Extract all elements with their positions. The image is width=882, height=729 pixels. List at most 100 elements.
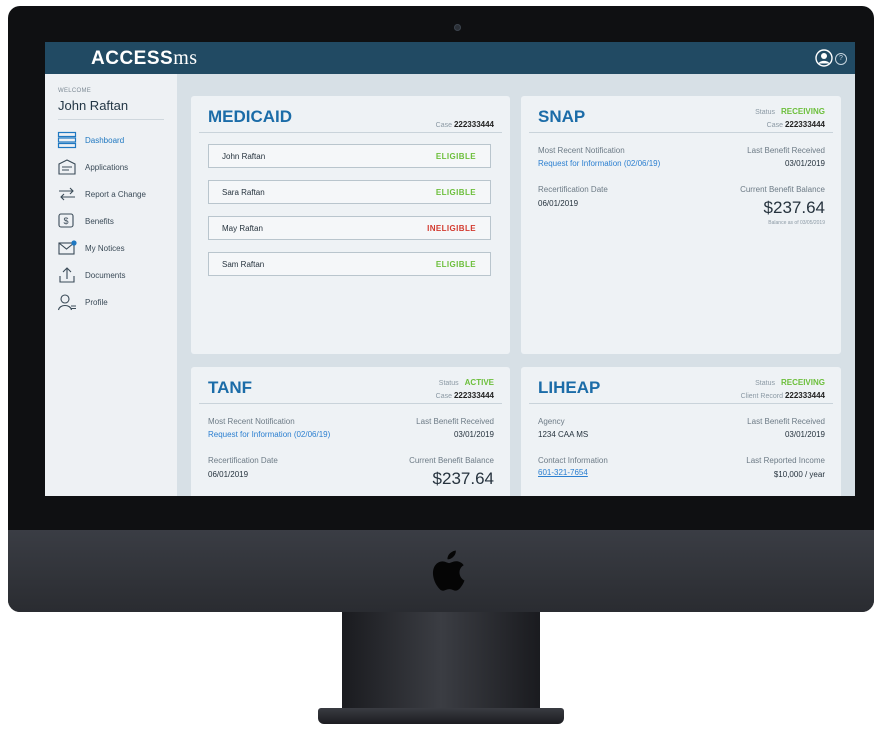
notices-icon [58, 240, 77, 255]
profile-icon [57, 294, 76, 311]
recert-date: 06/01/2019 [538, 199, 579, 208]
card-title: SNAP [538, 107, 586, 126]
card-divider [529, 132, 833, 133]
sidebar-item-dashboard[interactable]: Dashboard [57, 130, 172, 150]
eligibility-status: ELIGIBLE [435, 188, 476, 197]
last-benefit-date: 03/01/2019 [784, 159, 825, 168]
benefit-balance: $237.64 [763, 198, 825, 217]
sidebar-item-notices[interactable]: My Notices [57, 238, 172, 258]
case-number: 222333444 [784, 120, 825, 129]
status-label: Status [438, 380, 459, 387]
case-number: 222333444 [453, 120, 494, 129]
svg-text:$: $ [63, 216, 68, 226]
status-label: Status [755, 380, 775, 387]
case-label: Case [435, 122, 452, 129]
monitor-stand-base [318, 708, 564, 724]
tanf-card: TANF Status ACTIVE Case 222333444 Most Re… [191, 367, 510, 496]
card-divider [199, 132, 502, 133]
logo-suffix: ms [173, 47, 198, 69]
eligibility-status: ELIGIBLE [435, 260, 476, 269]
sidebar-item-label: Profile [85, 297, 108, 307]
card-title: MEDICAID [208, 107, 293, 126]
last-benefit-label: Last Benefit Received [747, 146, 825, 155]
member-name: May Raftan [222, 224, 263, 233]
record-number: 222333444 [784, 391, 825, 400]
dashboard-icon [57, 131, 77, 149]
sidebar-item-benefits[interactable]: $ Benefits [57, 211, 172, 231]
card-title: LIHEAP [538, 378, 601, 397]
sidebar-item-profile[interactable]: Profile [57, 292, 172, 312]
card-title: TANF [208, 378, 253, 397]
status-info: Status RECEIVING [755, 378, 825, 387]
notification-label: Most Recent Notification [538, 146, 625, 155]
contact-phone-link[interactable]: 601-321-7654 [538, 468, 588, 477]
medicaid-card: MEDICAID Case 222333444 John Raftan ELIG… [191, 96, 510, 354]
sidebar-item-label: Documents [85, 270, 126, 280]
sidebar: WELCOME John Raftan Dashboard Applicatio… [45, 74, 177, 496]
status-badge: RECEIVING [780, 107, 825, 116]
agency-label: Agency [538, 417, 565, 426]
status-info: Status RECEIVING [755, 107, 825, 116]
notification-link[interactable]: Request for Information (02/06/19) [208, 430, 330, 439]
sidebar-item-documents[interactable]: Documents [57, 265, 172, 285]
contact-label: Contact Information [538, 456, 608, 465]
income-label: Last Reported Income [746, 456, 825, 465]
record-label: Client Record [740, 393, 783, 400]
status-label: Status [755, 109, 775, 116]
card-divider [199, 403, 502, 404]
household-member-row[interactable]: Sara Raftan ELIGIBLE [208, 180, 491, 204]
status-badge: ACTIVE [464, 378, 494, 387]
last-benefit-date: 03/01/2019 [784, 430, 825, 439]
notification-label: Most Recent Notification [208, 417, 295, 426]
documents-icon [59, 267, 75, 283]
active-indicator [167, 130, 177, 150]
last-benefit-date: 03/01/2019 [453, 430, 494, 439]
eligibility-status: INELIGIBLE [427, 224, 476, 233]
monitor-stand [342, 612, 540, 720]
balance-note: Balance as of 03/05/2019 [768, 220, 825, 226]
client-record-info: Client Record 222333444 [741, 391, 825, 400]
benefits-icon: $ [58, 213, 74, 228]
help-icon[interactable]: ? [835, 53, 847, 65]
liheap-card: LIHEAP Status RECEIVING Client Record 222… [521, 367, 841, 496]
household-member-row[interactable]: May Raftan INELIGIBLE [208, 216, 491, 240]
logo-text: ACCESS [91, 48, 174, 69]
household-member-row[interactable]: Sam Raftan ELIGIBLE [208, 252, 491, 276]
benefit-balance: $237.64 [432, 469, 494, 488]
apple-logo-icon [432, 550, 465, 591]
snap-card: SNAP Status RECEIVING Case 222333444 Most… [521, 96, 841, 354]
recert-label: Recertification Date [538, 185, 608, 194]
case-label: Case [766, 122, 783, 129]
sidebar-item-label: Applications [85, 162, 129, 172]
sidebar-item-applications[interactable]: Applications [57, 157, 172, 177]
agency-name: 1234 CAA MS [538, 430, 589, 439]
balance-label: Current Benefit Balance [740, 185, 825, 194]
sidebar-item-label: Report a Change [85, 189, 146, 199]
welcome-label: WELCOME [58, 88, 92, 94]
member-name: Sara Raftan [222, 188, 265, 197]
notification-link[interactable]: Request for Information (02/06/19) [538, 159, 660, 168]
case-info: Case 222333444 [436, 120, 494, 129]
case-info: Case 222333444 [436, 391, 494, 400]
sidebar-item-label: Dashboard [85, 135, 125, 145]
sidebar-item-label: My Notices [85, 243, 125, 253]
applications-icon [58, 159, 76, 175]
recert-date: 06/01/2019 [208, 470, 249, 479]
access-ms-logo[interactable]: ACCESSms [91, 47, 198, 70]
household-member-row[interactable]: John Raftan ELIGIBLE [208, 144, 491, 168]
reported-income: $10,000 / year [773, 470, 825, 479]
user-name: John Raftan [58, 98, 129, 113]
sidebar-divider [58, 119, 164, 120]
camera [454, 24, 461, 31]
case-info: Case 222333444 [767, 120, 825, 129]
eligibility-status: ELIGIBLE [435, 152, 476, 161]
sidebar-item-report-change[interactable]: Report a Change [57, 184, 172, 204]
last-benefit-label: Last Benefit Received [416, 417, 494, 426]
report-change-icon [59, 187, 75, 201]
app-screen: ACCESSms ? WELCOME John Raftan Dashboard [45, 42, 855, 496]
recert-label: Recertification Date [208, 456, 278, 465]
card-divider [529, 403, 833, 404]
user-account-icon[interactable] [815, 49, 833, 67]
status-info: Status ACTIVE [439, 378, 494, 387]
sidebar-item-label: Benefits [85, 216, 114, 226]
